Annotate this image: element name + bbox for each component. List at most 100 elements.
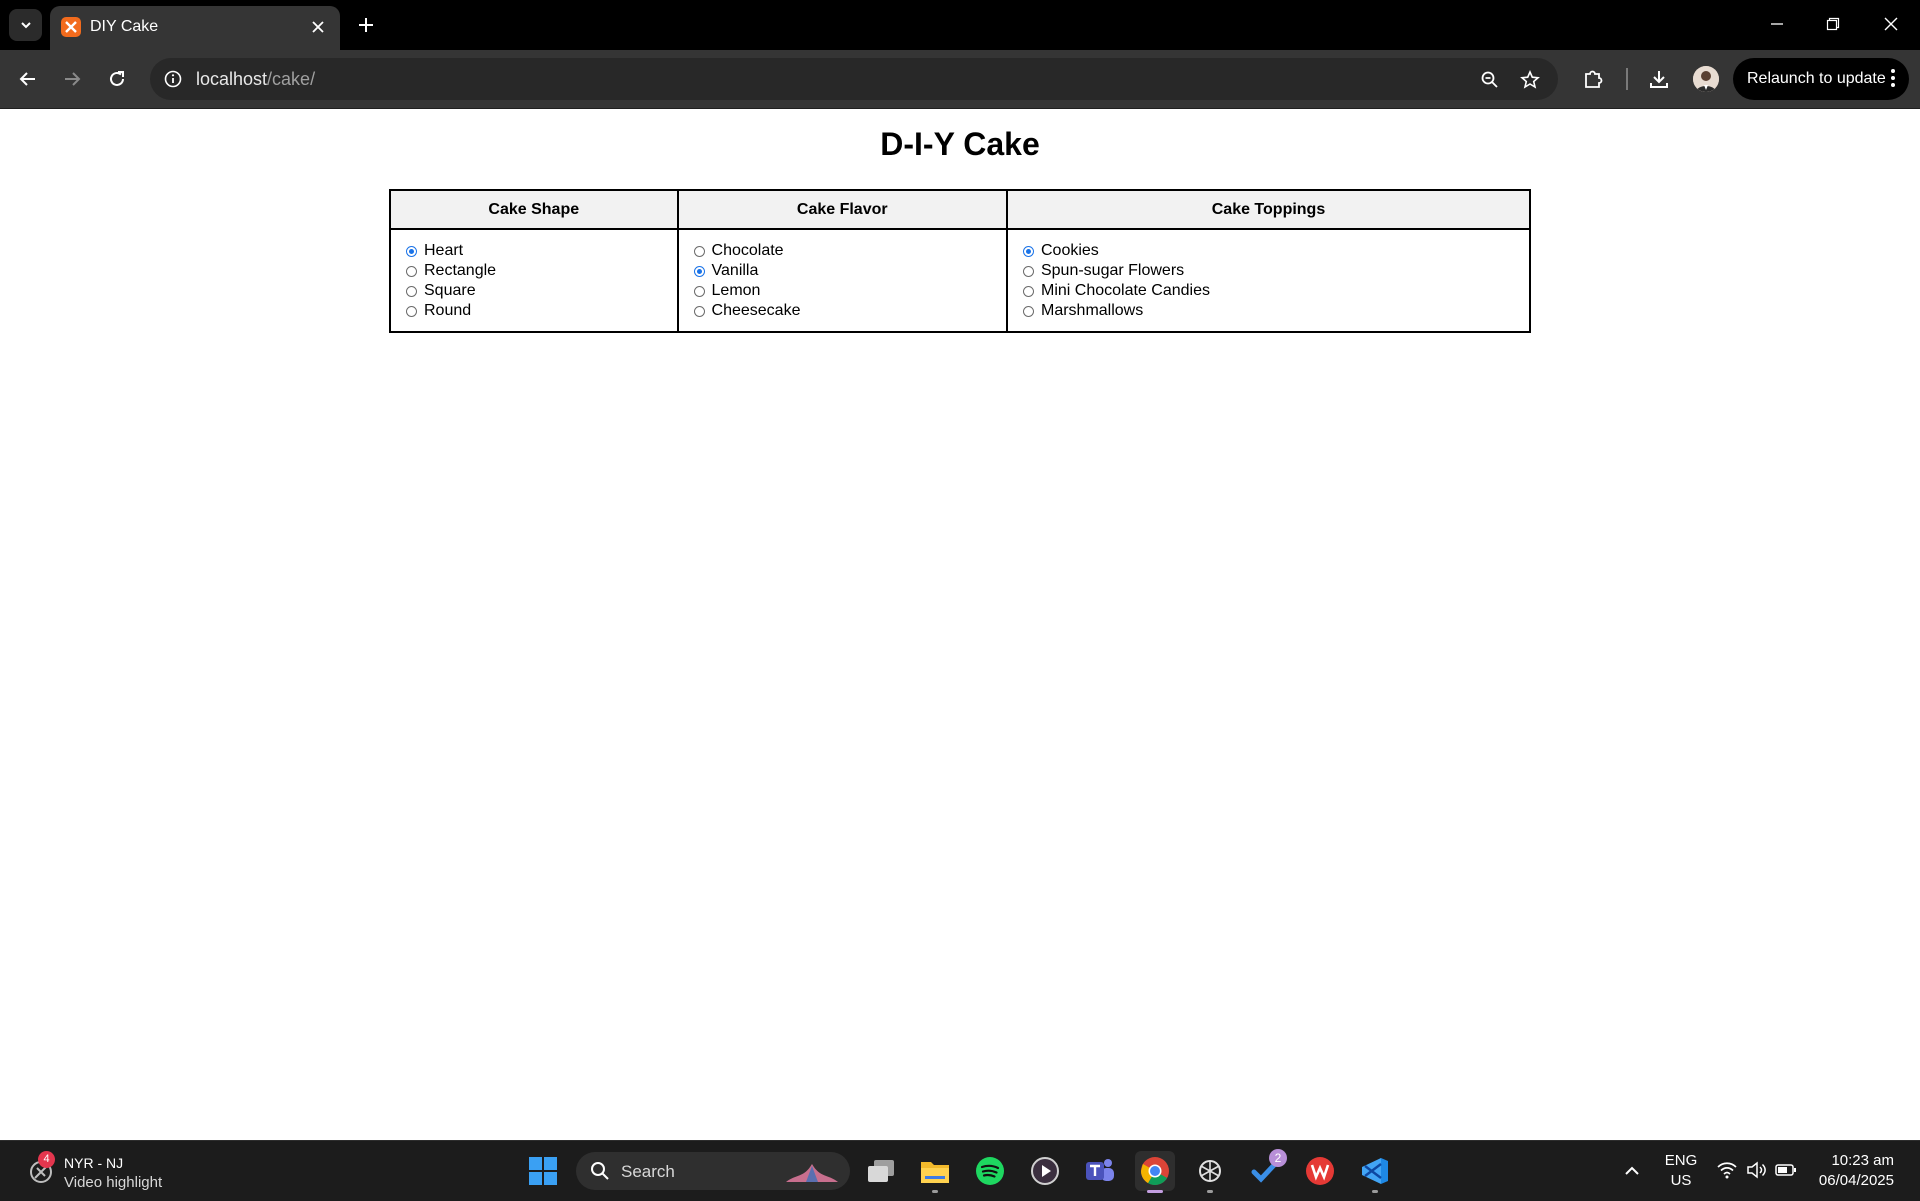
- restore-window-button[interactable]: [1813, 8, 1853, 40]
- close-icon: [1884, 17, 1898, 31]
- battery-icon[interactable]: [1775, 1162, 1797, 1178]
- radio-button[interactable]: [693, 285, 705, 297]
- teams-icon: [1086, 1159, 1114, 1181]
- xampp-favicon-icon: [61, 17, 81, 37]
- wps-icon: [1306, 1157, 1334, 1185]
- zoom-icon[interactable]: [1477, 67, 1503, 93]
- todo-app[interactable]: 2: [1245, 1149, 1287, 1191]
- clock-date[interactable]: 06/04/2025: [1810, 1172, 1894, 1189]
- radio-button[interactable]: [1022, 305, 1034, 317]
- vscode-app[interactable]: [1355, 1151, 1395, 1193]
- cake-toppings-header: Cake Toppings: [1005, 189, 1532, 230]
- topping-option-spun-sugar-flowers[interactable]: Spun-sugar Flowers: [1022, 261, 1529, 281]
- forward-button[interactable]: [57, 64, 87, 94]
- flavor-option-cheesecake[interactable]: Cheesecake: [693, 301, 1006, 321]
- radio-button[interactable]: [693, 245, 705, 257]
- more-menu-icon: [1891, 69, 1895, 89]
- plus-icon: [359, 18, 373, 32]
- windows-logo-icon: [529, 1157, 557, 1185]
- spotify-icon: [976, 1157, 1004, 1185]
- radio-button[interactable]: [1022, 285, 1034, 297]
- arrow-right-icon: [65, 72, 81, 86]
- cake-options-table: Cake Shape Cake Flavor Cake Toppings Hea…: [389, 189, 1532, 333]
- reload-icon: [110, 71, 124, 86]
- cake-toppings-options: Cookies Spun-sugar Flowers Mini Chocolat…: [1005, 228, 1532, 333]
- wps-office-app[interactable]: [1300, 1151, 1340, 1191]
- tab-strip: DIY Cake: [0, 0, 1920, 50]
- file-explorer-app[interactable]: [915, 1151, 955, 1193]
- page-title: D-I-Y Cake: [880, 126, 1040, 162]
- back-button[interactable]: [13, 64, 43, 94]
- relaunch-label: Relaunch to update: [1747, 70, 1886, 87]
- task-view-button[interactable]: [861, 1151, 901, 1191]
- download-icon: [1650, 71, 1668, 88]
- clock-time[interactable]: 10:23 am: [1810, 1152, 1894, 1169]
- taskbar-search[interactable]: Search: [576, 1152, 850, 1190]
- radio-button[interactable]: [406, 285, 417, 297]
- play-icon: [1031, 1157, 1059, 1185]
- restore-icon: [1826, 17, 1840, 31]
- chrome-app[interactable]: [1135, 1151, 1175, 1193]
- browser-tab[interactable]: DIY Cake: [50, 6, 340, 50]
- widget-title: NYR - NJ: [64, 1155, 124, 1171]
- cake-shape-options: Heart Rectangle Square Round: [389, 228, 679, 333]
- chrome-icon: [1141, 1157, 1169, 1185]
- chatgpt-app[interactable]: [1190, 1151, 1230, 1193]
- site-info-icon[interactable]: [160, 66, 186, 92]
- cake-flavor-options: Chocolate Vanilla Lemon Cheesecake: [676, 228, 1008, 333]
- running-indicator: [1207, 1190, 1213, 1193]
- minimize-window-button[interactable]: [1757, 8, 1797, 40]
- tab-search-button[interactable]: [9, 9, 42, 41]
- url-text[interactable]: localhost/cake/: [196, 69, 315, 90]
- radio-button[interactable]: [1022, 265, 1034, 277]
- task-view-icon: [868, 1160, 894, 1182]
- teams-app[interactable]: [1080, 1151, 1120, 1191]
- relaunch-to-update-button[interactable]: Relaunch to update: [1733, 58, 1909, 100]
- flavor-option-lemon[interactable]: Lemon: [693, 281, 1006, 301]
- todo-badge: 2: [1269, 1149, 1287, 1167]
- topping-option-mini-chocolate-candies[interactable]: Mini Chocolate Candies: [1022, 281, 1529, 301]
- spotify-app[interactable]: [970, 1151, 1010, 1191]
- flavor-option-chocolate[interactable]: Chocolate: [693, 241, 1006, 261]
- profile-avatar[interactable]: [1693, 66, 1719, 92]
- shape-option-round[interactable]: Round: [406, 301, 677, 321]
- cake-flavor-header: Cake Flavor: [676, 189, 1008, 230]
- show-hidden-icons-button[interactable]: [1612, 1151, 1652, 1191]
- wifi-icon[interactable]: [1717, 1161, 1737, 1179]
- address-bar[interactable]: localhost/cake/: [150, 58, 1558, 100]
- puzzle-icon: [1585, 70, 1603, 88]
- media-player-app[interactable]: [1025, 1151, 1065, 1191]
- radio-button[interactable]: [406, 245, 417, 257]
- shape-option-square[interactable]: Square: [406, 281, 677, 301]
- news-widget[interactable]: 4 NYR - NJ Video highlight: [24, 1151, 194, 1193]
- close-tab-icon[interactable]: [308, 17, 328, 37]
- radio-button[interactable]: [693, 265, 705, 277]
- reload-button[interactable]: [102, 64, 132, 94]
- downloads-button[interactable]: [1644, 64, 1674, 94]
- volume-icon[interactable]: [1746, 1161, 1766, 1179]
- bookmark-star-icon[interactable]: [1517, 67, 1543, 93]
- region-indicator[interactable]: US: [1662, 1172, 1700, 1189]
- search-highlight-icon: [786, 1164, 838, 1182]
- radio-button[interactable]: [406, 265, 417, 277]
- cake-shape-header: Cake Shape: [389, 189, 679, 230]
- start-button[interactable]: [523, 1151, 563, 1191]
- topping-option-cookies[interactable]: Cookies: [1022, 241, 1529, 261]
- widget-subtitle: Video highlight: [64, 1174, 163, 1191]
- shape-option-rectangle[interactable]: Rectangle: [406, 261, 677, 281]
- new-tab-button[interactable]: [352, 11, 380, 39]
- topping-option-marshmallows[interactable]: Marshmallows: [1022, 301, 1529, 321]
- radio-button[interactable]: [406, 305, 417, 317]
- radio-button[interactable]: [1022, 245, 1034, 257]
- arrow-left-icon: [19, 72, 35, 86]
- language-indicator[interactable]: ENG: [1662, 1152, 1700, 1169]
- shape-option-heart[interactable]: Heart: [406, 241, 677, 261]
- taskbar: 4 NYR - NJ Video highlight Search 2 ENG …: [0, 1140, 1920, 1201]
- extensions-button[interactable]: [1578, 64, 1608, 94]
- notification-badge: 4: [38, 1151, 55, 1168]
- chevron-up-icon: [1625, 1166, 1639, 1175]
- openai-icon: [1199, 1160, 1221, 1182]
- flavor-option-vanilla[interactable]: Vanilla: [693, 261, 1006, 281]
- close-window-button[interactable]: [1871, 8, 1911, 40]
- radio-button[interactable]: [693, 305, 705, 317]
